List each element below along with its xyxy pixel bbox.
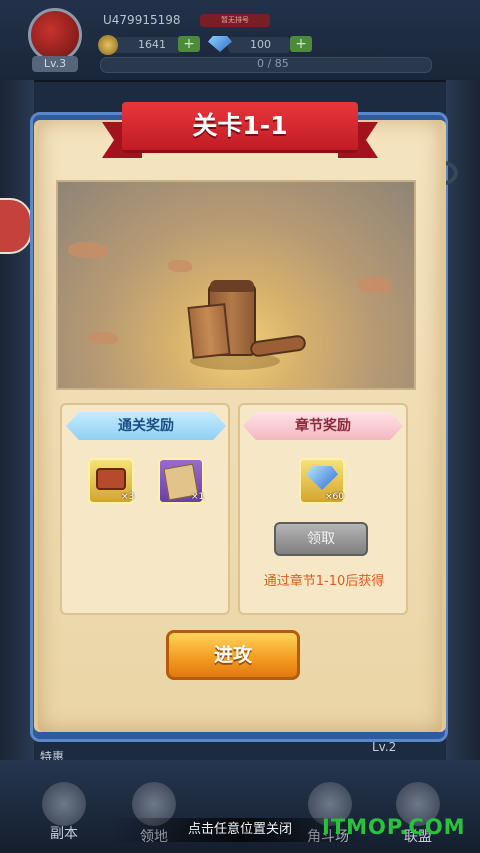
watermark: ITMOP.COM <box>322 815 466 839</box>
coin-icon <box>98 35 118 55</box>
rock <box>358 277 392 293</box>
reward-qty: ×1 <box>191 492 205 502</box>
player-level: Lv.3 <box>32 56 78 72</box>
nav-dungeon[interactable]: 副本 <box>34 823 94 843</box>
hero-shield <box>187 303 231 359</box>
stage-title: 关卡1-1 <box>122 102 358 153</box>
coin-count: 1641 <box>138 38 166 51</box>
treasure-chest-icon <box>96 468 126 490</box>
claim-condition-note: 通过章节1-10后获得 <box>263 574 385 589</box>
rank-tag: 暂无排号 <box>200 14 270 27</box>
chapter-rewards-banner: 章节奖励 <box>243 412 403 440</box>
add-coins-button[interactable]: + <box>178 36 200 52</box>
clear-rewards-banner: 通关奖励 <box>66 412 226 440</box>
side-event-button[interactable] <box>0 198 32 254</box>
add-gems-button[interactable]: + <box>290 36 312 52</box>
rock <box>88 332 118 344</box>
gem-count: 100 <box>250 38 271 51</box>
player-avatar[interactable] <box>28 8 82 62</box>
side-label-level: Lv.2 <box>372 740 397 754</box>
reward-qty: ×60 <box>325 492 344 502</box>
rock <box>168 260 192 272</box>
exp-text: 0 / 85 <box>257 57 289 70</box>
hero-helmet <box>210 280 254 292</box>
player-uid: U479915198 <box>103 13 181 27</box>
rock <box>68 242 108 258</box>
claim-button[interactable]: 领取 <box>274 522 368 556</box>
reward-qty: ×3 <box>121 492 135 502</box>
attack-button[interactable]: 进攻 <box>166 630 300 680</box>
dungeon-icon <box>42 782 86 826</box>
background-left <box>0 80 34 760</box>
